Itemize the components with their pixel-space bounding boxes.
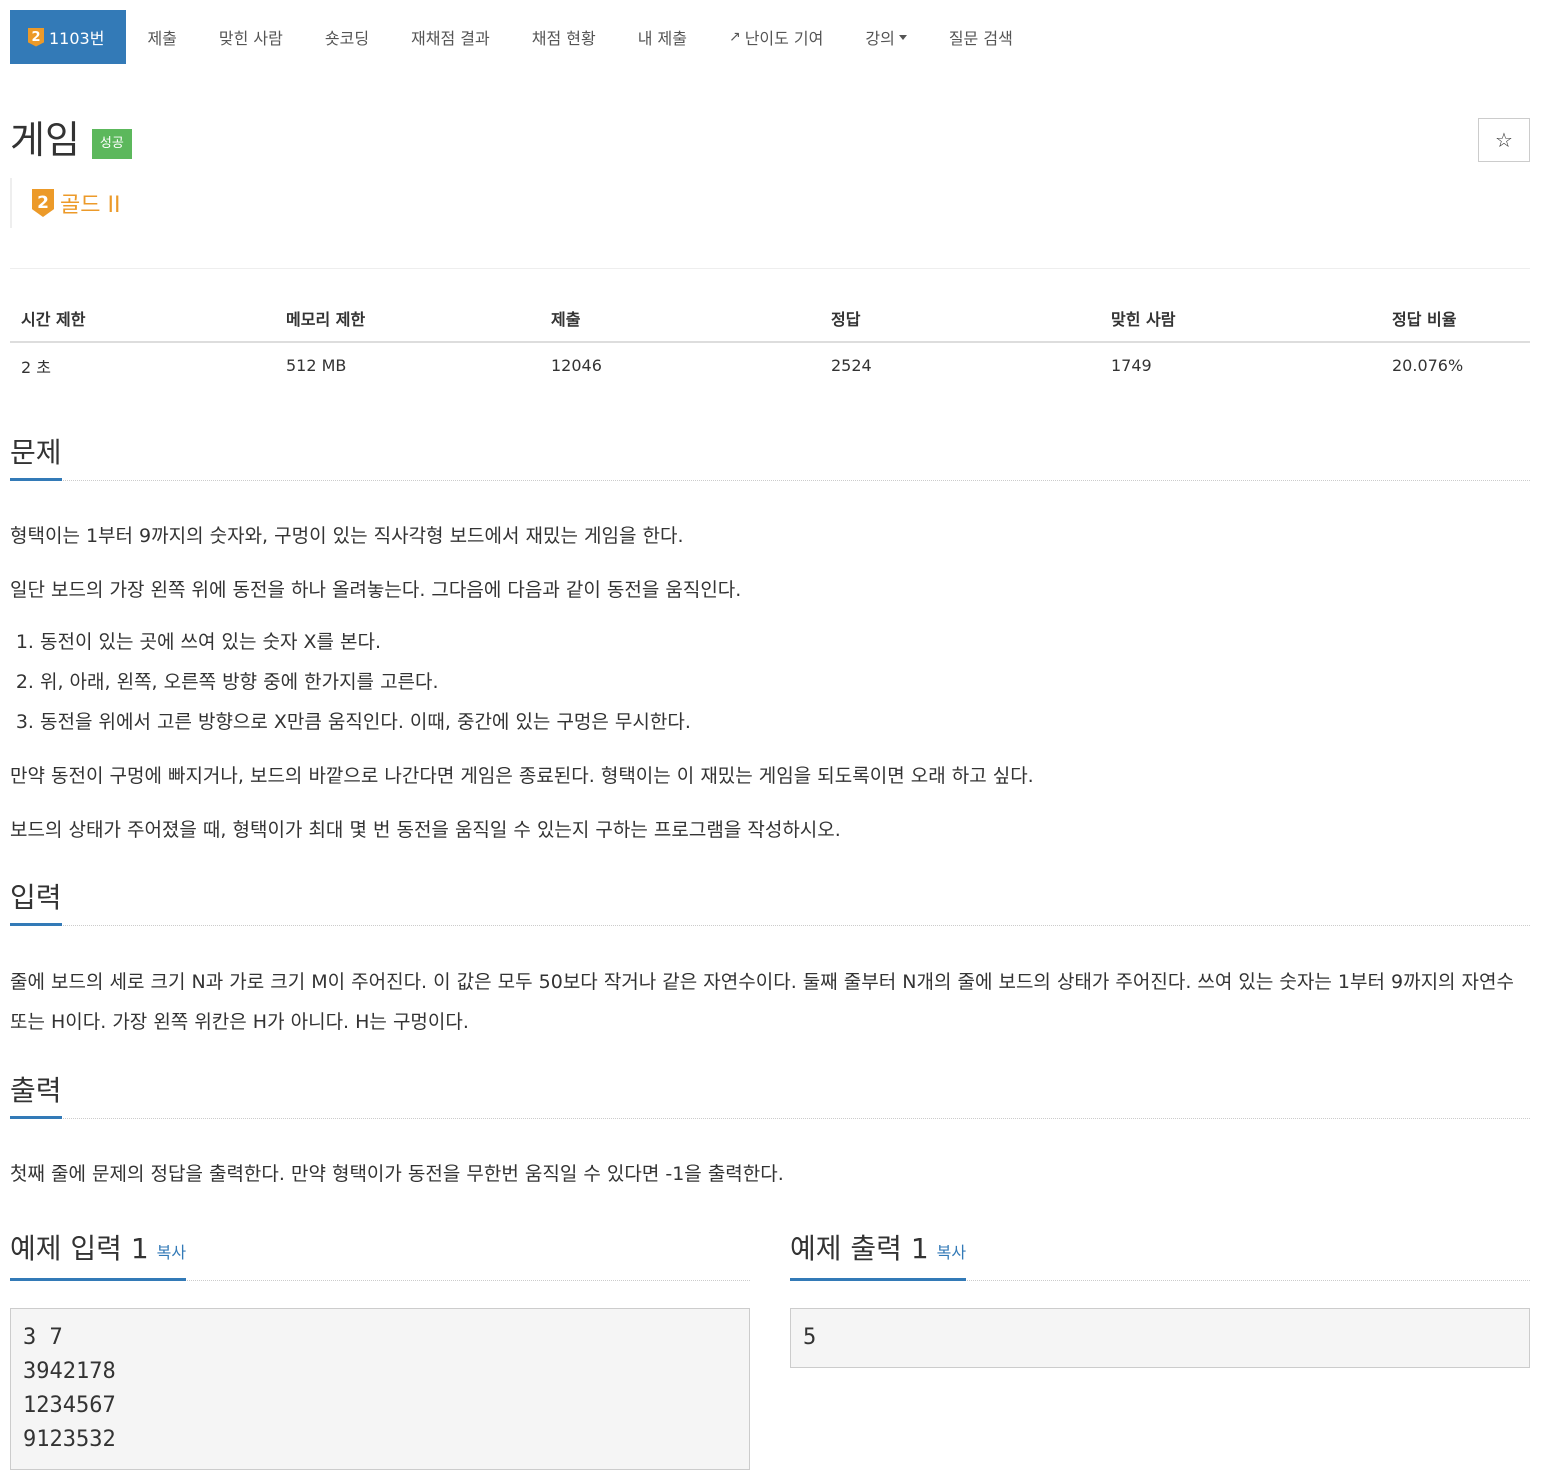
nav-judge-status[interactable]: 채점 현황 <box>511 10 617 64</box>
header-submissions: 제출 <box>540 294 820 343</box>
cell-memory-limit: 512 MB <box>286 356 347 375</box>
star-icon: ☆ <box>1495 128 1513 152</box>
problem-info-table: 시간 제한 메모리 제한 제출 정답 맞힌 사람 정답 비율 2 초 512 M… <box>10 294 1530 388</box>
page-title: 게임 <box>10 118 80 162</box>
nav-short-coding[interactable]: 숏코딩 <box>304 10 390 64</box>
star-button[interactable]: ☆ <box>1478 118 1530 162</box>
tier-info: 2 골드 II <box>10 178 120 228</box>
table-header-row: 시간 제한 메모리 제한 제출 정답 맞힌 사람 정답 비율 <box>10 294 1530 343</box>
nav-submit[interactable]: 제출 <box>126 10 197 64</box>
divider <box>10 268 1530 269</box>
problem-heading: 문제 <box>10 430 62 481</box>
example-input-box[interactable]: 3 7 3942178 1234567 9123532 <box>10 1308 750 1470</box>
header-time-limit: 시간 제한 <box>10 294 275 343</box>
input-heading: 입력 <box>10 875 62 926</box>
header-solved-users: 맞힌 사람 <box>1100 294 1381 343</box>
nav-difficulty-contribution[interactable]: ↗ 난이도 기여 <box>708 10 844 64</box>
problem-paragraph-4: 보드의 상태가 주어졌을 때, 형택이가 최대 몇 번 동전을 움직일 수 있는… <box>10 819 841 841</box>
cell-submissions: 12046 <box>551 356 602 375</box>
header-memory-limit: 메모리 제한 <box>275 294 540 343</box>
external-link-icon: ↗ <box>728 29 741 45</box>
cell-accept-ratio: 20.076% <box>1392 356 1464 375</box>
tier-badge-icon: 2 <box>28 27 44 47</box>
tier-icon: 2 <box>32 189 54 217</box>
example-output-title: 예제 출력 1 <box>790 1232 929 1265</box>
example-output-heading: 예제 출력 1 복사 <box>790 1226 967 1281</box>
caret-down-icon <box>898 34 907 40</box>
problem-paragraph-1: 형택이는 1부터 9까지의 숫자와, 구멍이 있는 직사각형 보드에서 재밌는 … <box>10 525 684 547</box>
status-badge: 성공 <box>91 129 132 159</box>
problem-paragraph-2: 일단 보드의 가장 왼쪽 위에 동전을 하나 올려놓는다. 그다음에 다음과 같… <box>10 579 742 601</box>
title-row: 게임 성공 <box>10 112 132 168</box>
problem-steps-list: 동전이 있는 곳에 쓰여 있는 숫자 X를 본다. 위, 아래, 왼쪽, 오른쪽… <box>10 622 691 742</box>
table-row: 2 초 512 MB 12046 2524 1749 20.076% <box>10 342 1530 388</box>
nav-my-submissions[interactable]: 내 제출 <box>617 10 708 64</box>
nav-problem-number-label: 1103번 <box>49 29 105 48</box>
problem-section-header: 문제 <box>10 430 1530 481</box>
nav-difficulty-label: 난이도 기여 <box>744 29 824 48</box>
copy-output-button[interactable]: 복사 <box>937 1243 966 1262</box>
example-input-heading: 예제 입력 1 복사 <box>10 1226 187 1281</box>
output-paragraph: 첫째 줄에 문제의 정답을 출력한다. 만약 형택이가 동전을 무한번 움직일 … <box>10 1163 784 1185</box>
nav-lectures-label: 강의 <box>865 29 895 48</box>
list-item: 동전이 있는 곳에 쓰여 있는 숫자 X를 본다. <box>40 622 691 662</box>
example-output-box[interactable]: 5 <box>790 1308 1530 1368</box>
nav-lectures-dropdown[interactable]: 강의 <box>844 10 927 64</box>
cell-accepted: 2524 <box>831 356 872 375</box>
example-output-header: 예제 출력 1 복사 <box>790 1226 1530 1281</box>
problem-nav: 2 1103번 제출 맞힌 사람 숏코딩 재채점 결과 채점 현황 내 제출 ↗… <box>10 10 1530 64</box>
list-item: 동전을 위에서 고른 방향으로 X만큼 움직인다. 이때, 중간에 있는 구멍은… <box>40 702 691 742</box>
nav-problem-number[interactable]: 2 1103번 <box>10 10 127 64</box>
nav-rejudge-results[interactable]: 재채점 결과 <box>390 10 511 64</box>
header-accepted: 정답 <box>820 294 1100 343</box>
output-section-header: 출력 <box>10 1068 1530 1119</box>
header-accept-ratio: 정답 비율 <box>1381 294 1530 343</box>
tier-label[interactable]: 골드 II <box>60 187 120 219</box>
cell-time-limit: 2 초 <box>21 357 51 377</box>
example-input-title: 예제 입력 1 <box>10 1232 149 1265</box>
input-section-header: 입력 <box>10 875 1530 926</box>
nav-question-search[interactable]: 질문 검색 <box>928 10 1034 64</box>
copy-input-button[interactable]: 복사 <box>157 1243 186 1262</box>
list-item: 위, 아래, 왼쪽, 오른쪽 방향 중에 한가지를 고른다. <box>40 662 691 702</box>
example-input-header: 예제 입력 1 복사 <box>10 1226 750 1281</box>
output-heading: 출력 <box>10 1068 62 1119</box>
nav-solved-users[interactable]: 맞힌 사람 <box>198 10 304 64</box>
cell-solved-users: 1749 <box>1111 356 1152 375</box>
problem-paragraph-3: 만약 동전이 구멍에 빠지거나, 보드의 바깥으로 나간다면 게임은 종료된다.… <box>10 765 1034 787</box>
input-paragraph: 줄에 보드의 세로 크기 N과 가로 크기 M이 주어진다. 이 값은 모두 5… <box>10 971 1515 1033</box>
